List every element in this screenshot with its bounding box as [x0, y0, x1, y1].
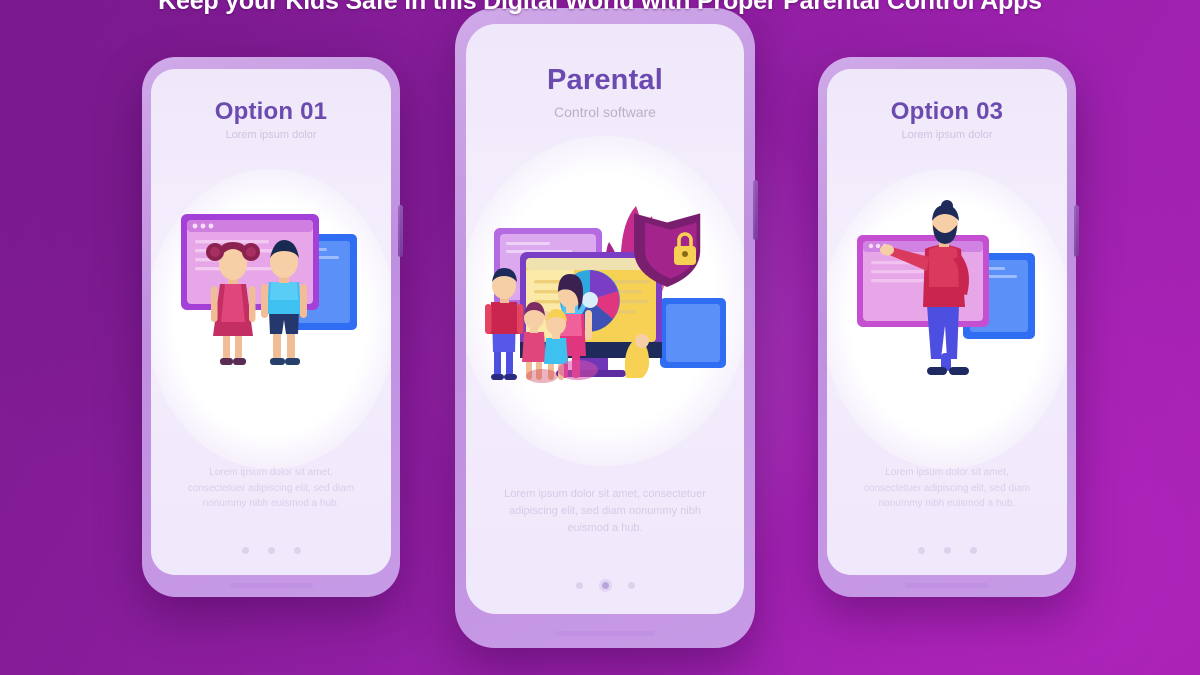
screen-subtitle: Control software	[554, 104, 656, 120]
phone-mockup-option-01: Option 01 Lorem ipsum dolor Lorem ipsum …	[142, 57, 403, 597]
pagination-dot-1[interactable]	[917, 547, 925, 554]
home-indicator	[555, 631, 655, 636]
page-headline: Keep your Kids Safe in this Digital Worl…	[158, 0, 1042, 15]
figure-child-a	[522, 302, 546, 380]
pagination-dot-1[interactable]	[575, 582, 583, 589]
pagination-dot-2[interactable]	[267, 547, 275, 554]
pagination-dot-3[interactable]	[627, 582, 635, 589]
home-indicator	[905, 583, 989, 588]
pagination-dot-3[interactable]	[969, 547, 977, 554]
screen-body-text: Lorem ipsum dolor sit amet, consectetuer…	[504, 488, 706, 535]
pagination-dots[interactable]	[151, 547, 391, 554]
illustration-parental-control	[482, 202, 730, 402]
phone-side-button[interactable]	[753, 180, 758, 240]
illustration-man-pointing	[851, 200, 1047, 386]
screenshot-stage: Keep your Kids Safe in this Digital Worl…	[0, 0, 1200, 675]
pagination-dots[interactable]	[827, 547, 1067, 554]
screen-body-text: Lorem ipsum dolor sit amet, consectetuer…	[863, 467, 1031, 509]
child-girl	[206, 242, 260, 365]
pagination-dot-1[interactable]	[241, 547, 249, 554]
screen-title: Parental	[546, 64, 664, 96]
pagination-dots[interactable]	[466, 582, 744, 589]
phone-mockup-option-03: Option 03 Lorem ipsum dolor Lorem ipsum …	[818, 57, 1079, 597]
illustration-two-children	[173, 212, 369, 374]
screen-title: Option 01	[214, 98, 328, 125]
phone-screen-option-01: Option 01 Lorem ipsum dolor Lorem ipsum …	[151, 69, 391, 575]
phone-screen-option-03: Option 03 Lorem ipsum dolor Lorem ipsum …	[827, 69, 1067, 575]
pagination-dot-2[interactable]	[601, 582, 609, 589]
pagination-dot-2[interactable]	[943, 547, 951, 554]
phone-side-button[interactable]	[398, 205, 403, 257]
screen-title: Option 03	[890, 98, 1004, 125]
screen-subtitle: Lorem ipsum dolor	[225, 129, 317, 141]
screen-body-text: Lorem ipsum dolor sit amet, consectetuer…	[187, 467, 355, 509]
home-indicator	[229, 583, 313, 588]
phone-side-button[interactable]	[1074, 205, 1079, 257]
phone-screen-parental-control: Parental Control software Lorem ipsum do…	[466, 24, 744, 614]
pagination-dot-3[interactable]	[293, 547, 301, 554]
phone-mockup-parental-control: Parental Control software Lorem ipsum do…	[455, 8, 758, 648]
screen-subtitle: Lorem ipsum dolor	[901, 129, 993, 141]
